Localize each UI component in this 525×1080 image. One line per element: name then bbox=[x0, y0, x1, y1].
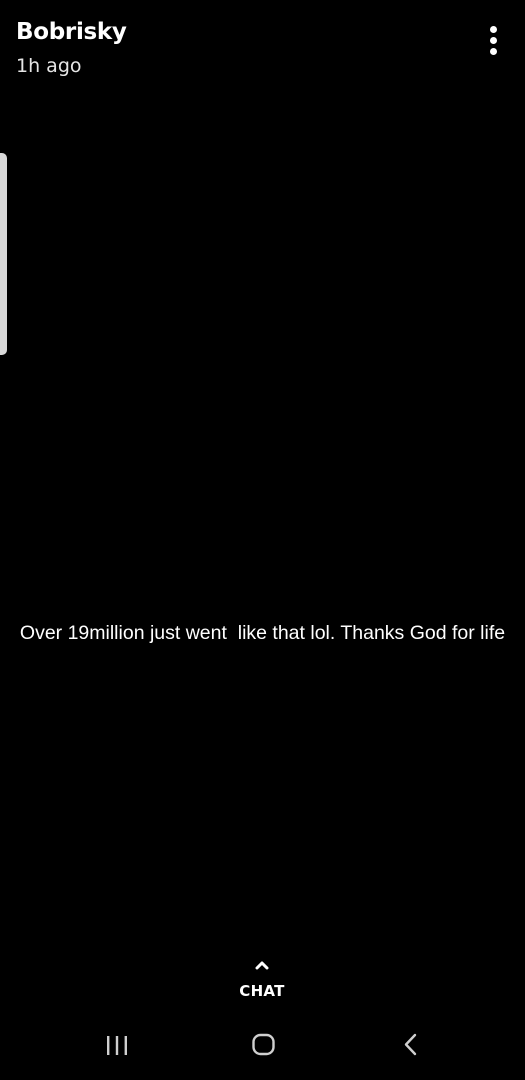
chevron-up-icon bbox=[255, 961, 269, 970]
username[interactable]: Bobrisky bbox=[16, 16, 127, 48]
more-options-button[interactable] bbox=[478, 22, 510, 58]
recents-button[interactable] bbox=[97, 1030, 137, 1060]
recents-icon bbox=[107, 1036, 127, 1055]
story-side-handle[interactable] bbox=[0, 153, 7, 355]
home-button[interactable] bbox=[243, 1030, 283, 1060]
more-vertical-icon-dot bbox=[490, 37, 497, 44]
more-vertical-icon-dot bbox=[490, 48, 497, 55]
back-icon bbox=[404, 1033, 417, 1056]
more-vertical-icon bbox=[490, 26, 497, 33]
timestamp: 1h ago bbox=[16, 55, 82, 77]
back-button[interactable] bbox=[390, 1030, 430, 1060]
system-navigation-bar bbox=[0, 1020, 525, 1070]
chat-button[interactable]: CHAT bbox=[212, 960, 312, 1004]
story-header: Bobrisky 1h ago bbox=[0, 0, 525, 100]
home-icon bbox=[252, 1033, 275, 1056]
story-caption: Over 19million just went like that lol. … bbox=[19, 622, 506, 644]
chat-label: CHAT bbox=[239, 982, 285, 1000]
